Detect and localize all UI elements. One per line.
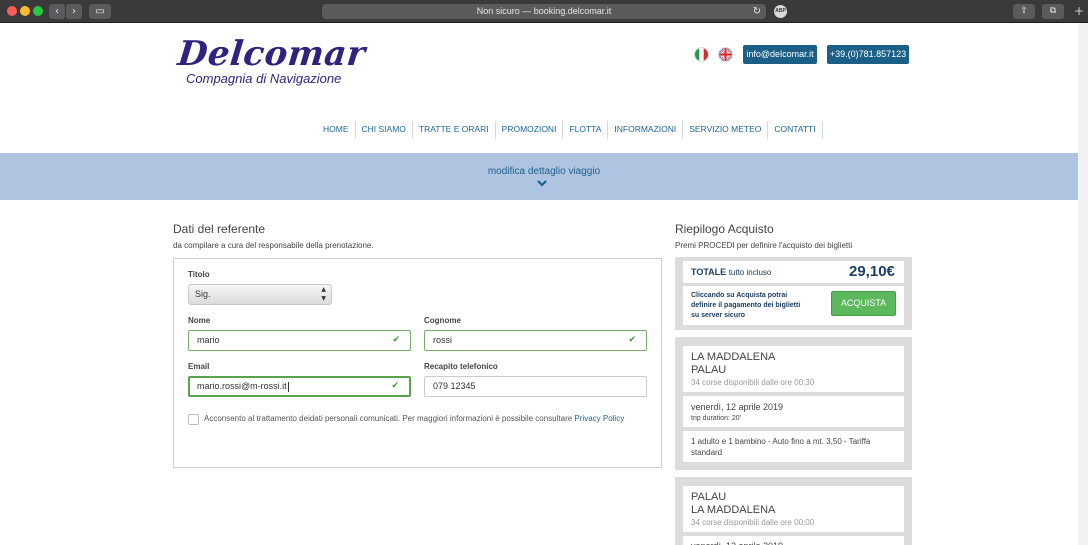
modify-trip-link[interactable]: modifica dettaglio viaggio: [0, 166, 1088, 177]
adblock-icon[interactable]: ABP: [774, 5, 787, 18]
telefono-value: 079 12345: [433, 381, 476, 391]
consent-label: Acconsento al trattamento deidati person…: [204, 414, 575, 423]
trip-from: LA MADDALENA: [691, 351, 776, 363]
nome-value: mario: [197, 335, 220, 345]
total-suffix: tutto incluso: [728, 268, 772, 277]
email-input[interactable]: mario.rossi@m-rossi.it ✔: [188, 376, 411, 397]
zoom-window-button[interactable]: [33, 6, 43, 16]
trip-duration: trip duration: 20': [691, 415, 741, 422]
valid-check-icon: ✔: [628, 335, 636, 345]
cognome-label: Cognome: [424, 316, 461, 325]
nome-label: Nome: [188, 316, 211, 325]
trip-to: LA MADDALENA: [691, 504, 776, 516]
consent-text: Acconsento al trattamento deidati person…: [204, 414, 624, 423]
nav-item-flotta[interactable]: FLOTTA: [563, 121, 609, 139]
nav-item-chi-siamo[interactable]: CHI SIAMO: [356, 121, 413, 139]
text-caret: [287, 381, 289, 392]
forward-arrow-icon[interactable]: ›: [66, 4, 82, 19]
nav-item-contatti[interactable]: CONTATTI: [768, 121, 823, 139]
browser-toolbar: ‹ › ▭ Non sicuro — booking.delcomar.it ↻…: [0, 0, 1088, 23]
chevron-down-icon[interactable]: [536, 179, 548, 189]
purchase-info: Cliccando su Acquista potrai definire il…: [691, 292, 801, 319]
valid-check-icon: ✔: [392, 335, 400, 345]
form-subtitle: da compilare a cura del responsabile del…: [173, 241, 374, 250]
cognome-input[interactable]: rossi ✔: [424, 330, 647, 351]
summary-title: Riepilogo Acquisto: [675, 222, 774, 236]
nome-input[interactable]: mario ✔: [188, 330, 411, 351]
logo[interactable]: Delcomar: [176, 34, 368, 74]
trip-availability: 34 corse disponibili dalle ore 00:00: [691, 518, 815, 527]
nav-item-tratte-e-orari[interactable]: TRATTE E ORARI: [413, 121, 496, 139]
summary-subtitle: Premi PROCEDI per definire l'acquisto de…: [675, 241, 853, 250]
logo-tagline: Compagnia di Navigazione: [186, 71, 342, 86]
telefono-input[interactable]: 079 12345: [424, 376, 647, 397]
new-tab-icon[interactable]: +: [1072, 4, 1086, 19]
acquista-button[interactable]: ACQUISTA: [831, 291, 896, 316]
trip-date: venerdì, 12 aprile 2019: [691, 541, 783, 545]
nav-item-informazioni[interactable]: INFORMAZIONI: [608, 121, 684, 139]
phone-button[interactable]: +39.(0)781.857123: [827, 45, 909, 64]
page-scrollbar[interactable]: [1078, 23, 1088, 545]
select-arrows-icon: ▲ ▼: [321, 286, 326, 302]
close-window-button[interactable]: [7, 6, 17, 16]
cognome-value: rossi: [433, 335, 453, 345]
nav-item-home[interactable]: HOME: [317, 121, 356, 139]
trip-to: PALAU: [691, 364, 727, 376]
trip-availability: 34 corse disponibili dalle ore 00:30: [691, 378, 815, 387]
nav-item-servizio-meteo[interactable]: SERVIZIO METEO: [683, 121, 769, 139]
telefono-label: Recapito telefonico: [424, 362, 498, 371]
italian-flag-icon[interactable]: [694, 47, 709, 62]
trip-from: PALAU: [691, 491, 727, 503]
address-bar[interactable]: Non sicuro — booking.delcomar.it: [322, 4, 766, 19]
email-value: mario.rossi@m-rossi.it: [197, 381, 287, 391]
back-arrow-icon[interactable]: ‹: [49, 4, 65, 19]
minimize-window-button[interactable]: [20, 6, 30, 16]
main-nav: HOME CHI SIAMO TRATTE E ORARI PROMOZIONI…: [317, 121, 823, 139]
nav-item-promozioni[interactable]: PROMOZIONI: [496, 121, 564, 139]
trip-passengers: 1 adulto e 1 bambino - Auto fino a mt. 3…: [691, 437, 871, 457]
privacy-policy-link[interactable]: Privacy Policy: [574, 414, 624, 423]
tabs-overview-icon[interactable]: ⧉: [1042, 4, 1064, 19]
valid-check-icon: ✔: [391, 381, 399, 391]
titolo-select[interactable]: Sig. ▲ ▼: [188, 284, 332, 305]
uk-flag-icon[interactable]: [718, 47, 733, 62]
reload-icon[interactable]: ↻: [751, 4, 763, 19]
share-icon[interactable]: ⇪: [1013, 4, 1035, 19]
consent-checkbox[interactable]: [188, 414, 199, 425]
trip-date: venerdì, 12 aprile 2019: [691, 402, 784, 412]
form-title: Dati del referente: [173, 222, 266, 236]
total-label: TOTALE tutto incluso: [691, 267, 771, 277]
trip-details-banner[interactable]: modifica dettaglio viaggio: [0, 153, 1088, 200]
titolo-label: Titolo: [188, 270, 210, 279]
titolo-value: Sig.: [195, 289, 211, 299]
email-label: Email: [188, 362, 210, 371]
sidebar-toggle-icon[interactable]: ▭: [89, 4, 111, 19]
total-value: 29,10€: [849, 263, 895, 280]
email-button[interactable]: info@delcomar.it: [743, 45, 817, 64]
total-label-text: TOTALE: [691, 267, 727, 277]
